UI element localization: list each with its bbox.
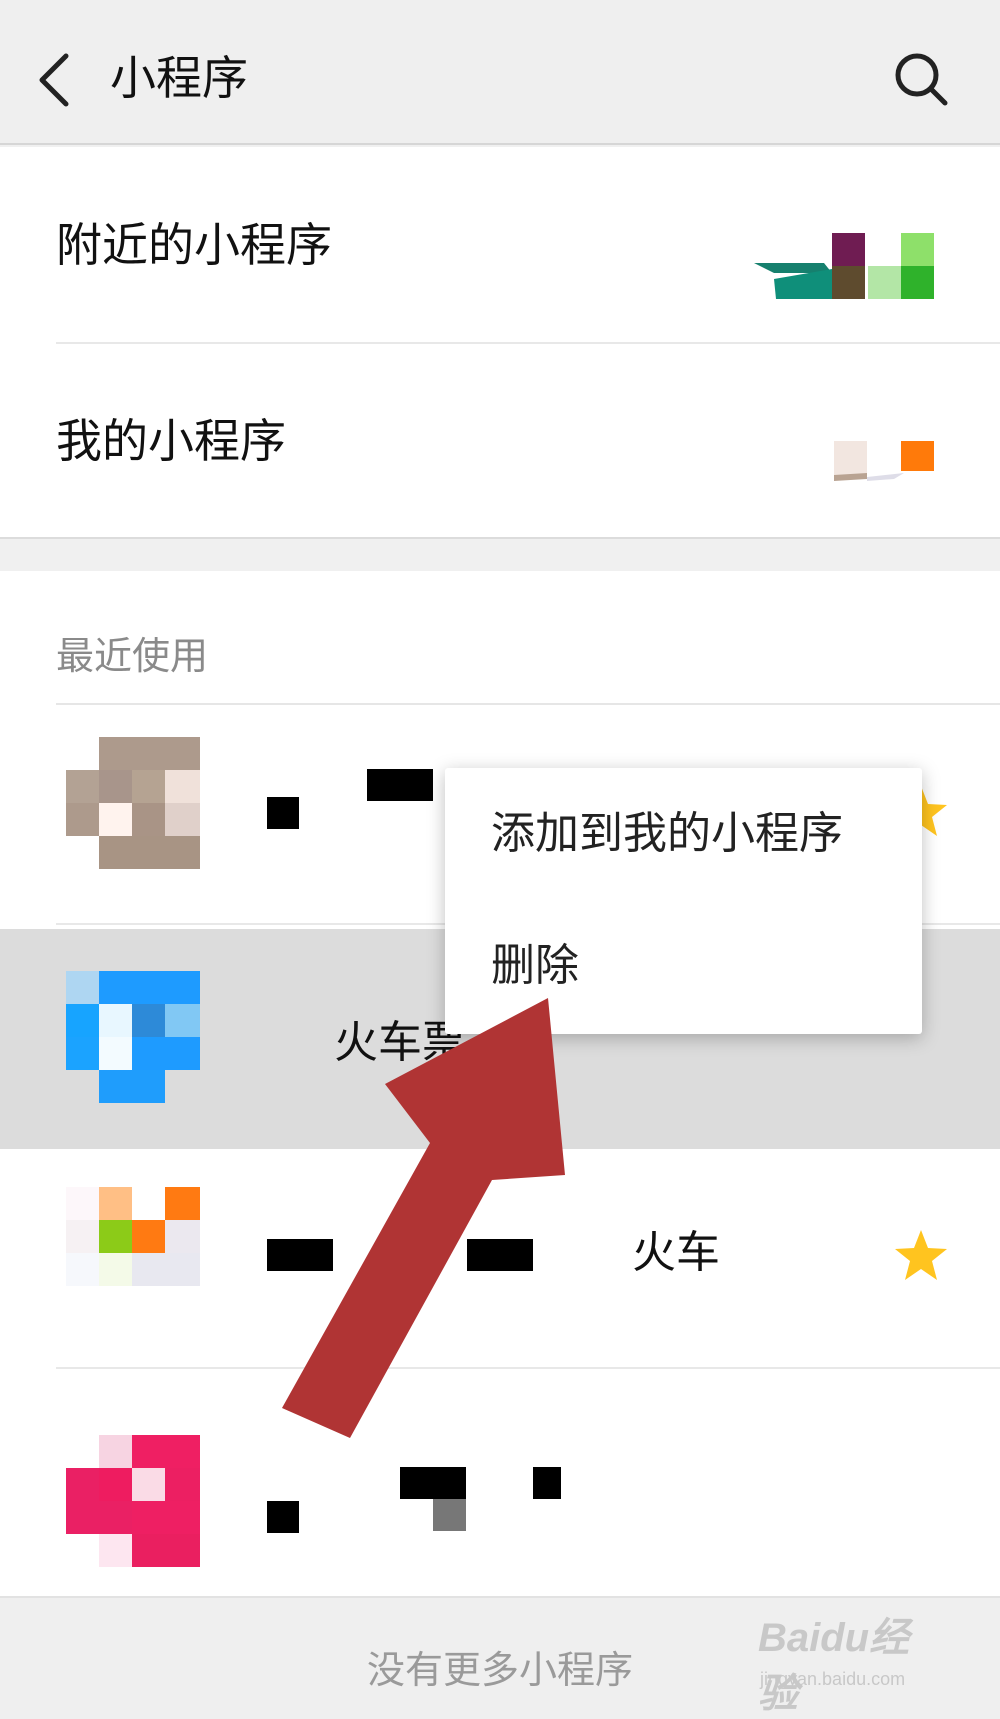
nearby-mini-programs-label: 附近的小程序 (56, 218, 332, 272)
nearby-mini-programs-row[interactable]: 附近的小程序 (0, 147, 1000, 344)
app-mosaic-icon (66, 737, 200, 869)
nearby-thumbnail-mosaic-icon (754, 233, 934, 299)
redaction-block (533, 1467, 561, 1499)
redaction-block (433, 1499, 466, 1531)
recent-heading: 最近使用 (56, 634, 209, 678)
my-thumbnails (754, 429, 934, 495)
watermark-brand: Baidu经验 (758, 1616, 910, 1716)
recent-section: 最近使用 火车票 火车 (0, 571, 1000, 1596)
my-mini-programs-row[interactable]: 我的小程序 (0, 343, 1000, 539)
row-divider (56, 1367, 1000, 1369)
redaction-block (367, 769, 433, 801)
menu-item-delete[interactable]: 删除 (491, 936, 579, 996)
search-icon[interactable] (892, 50, 950, 108)
recent-app-row-3[interactable]: 火车 (0, 1149, 1000, 1369)
back-chevron-icon[interactable] (32, 48, 82, 112)
redaction-block (267, 1501, 299, 1533)
app-name: 火车 (632, 1227, 720, 1278)
my-mini-programs-label: 我的小程序 (56, 414, 286, 468)
app-mosaic-icon (66, 971, 200, 1103)
redaction-block (267, 797, 299, 829)
redaction-block (467, 1239, 533, 1271)
redaction-block (267, 1239, 333, 1271)
star-icon[interactable] (892, 1227, 950, 1285)
context-menu: 添加到我的小程序 删除 (445, 768, 922, 1034)
page-title: 小程序 (110, 51, 248, 105)
watermark-site: jingyan.baidu.com (760, 1669, 906, 1689)
my-thumbnail-mosaic-icon (834, 441, 934, 481)
recent-app-row-4[interactable] (0, 1371, 1000, 1591)
app-mosaic-icon (66, 1435, 200, 1567)
baidu-watermark-logo: Baidu经验 jingyan.baidu.com (758, 1610, 948, 1716)
redaction-block (400, 1467, 466, 1499)
app-mosaic-icon (66, 1187, 200, 1286)
menu-item-add-to-my-mini-programs[interactable]: 添加到我的小程序 (491, 804, 843, 864)
footer: 没有更多小程序 Baidu经验 jingyan.baidu.com (0, 1596, 1000, 1719)
nearby-thumbnails (754, 233, 934, 299)
top-bar: 小程序 (0, 0, 1000, 145)
entry-section: 附近的小程序 我的小程序 (0, 147, 1000, 539)
